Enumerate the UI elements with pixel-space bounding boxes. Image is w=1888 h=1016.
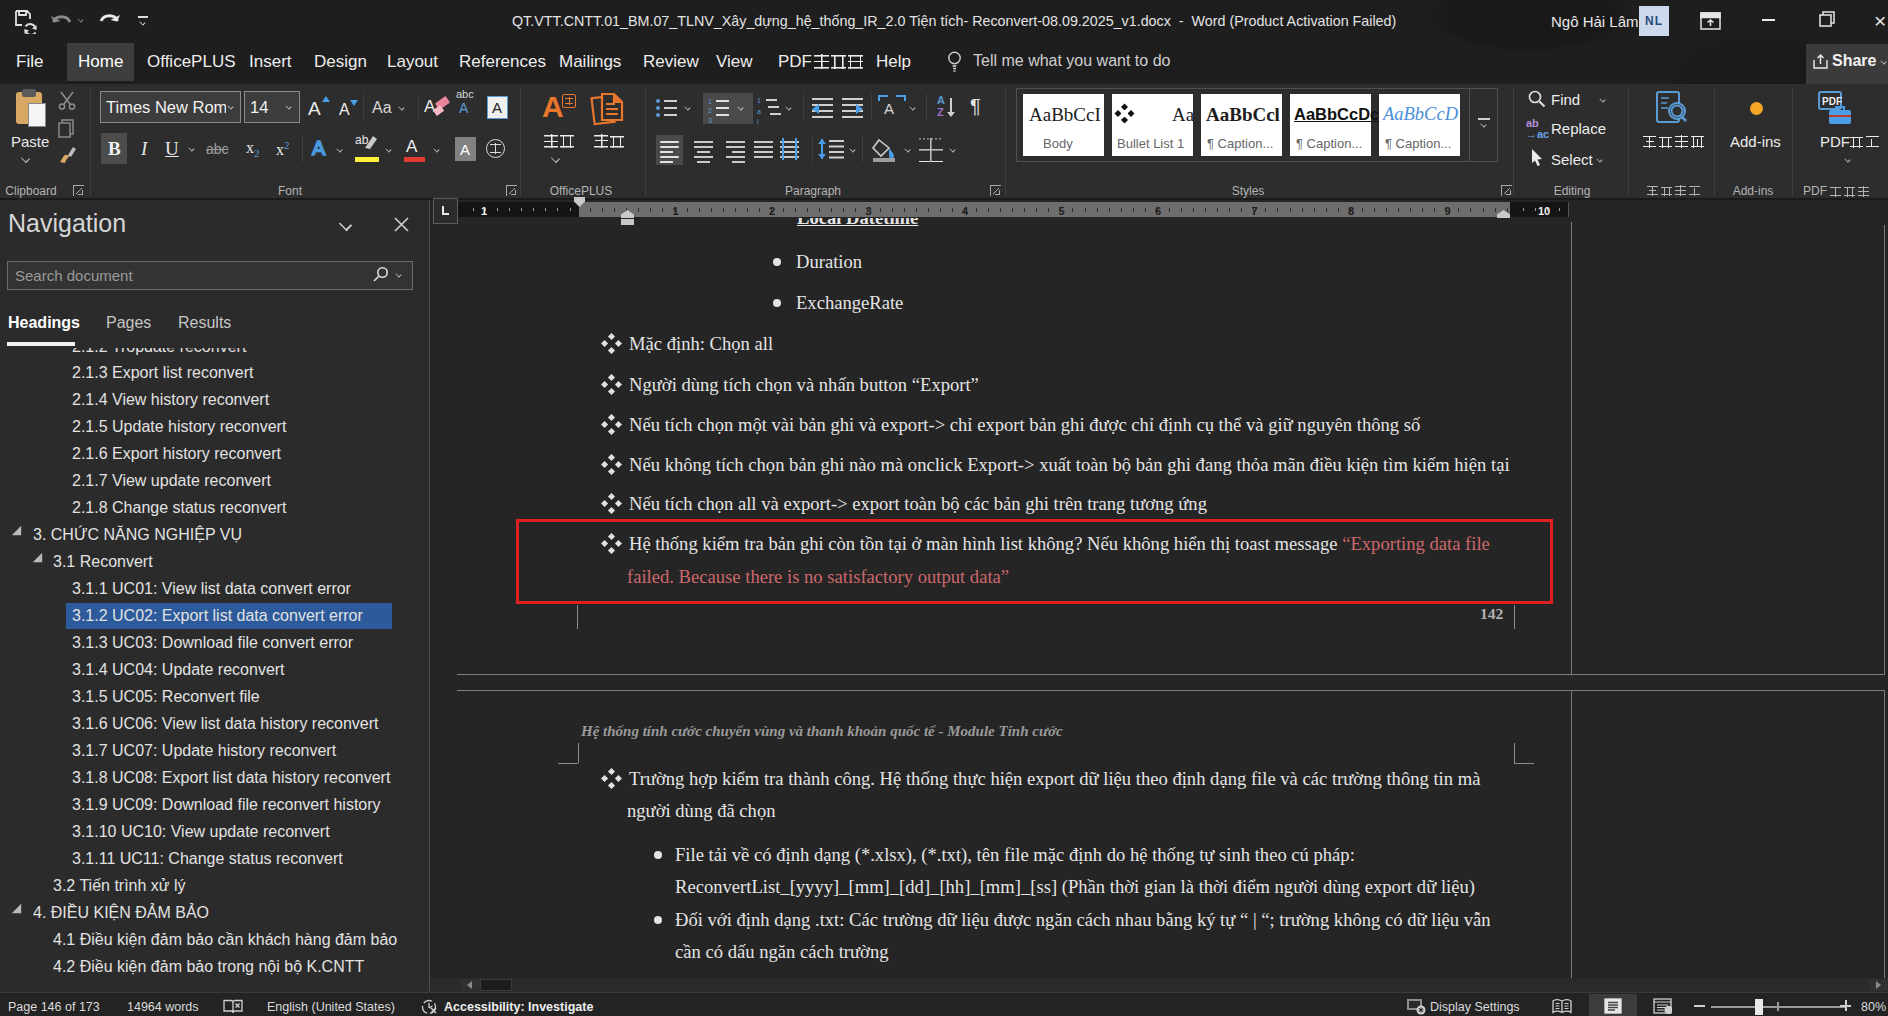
svg-text:PDF: PDF [1822,96,1842,107]
